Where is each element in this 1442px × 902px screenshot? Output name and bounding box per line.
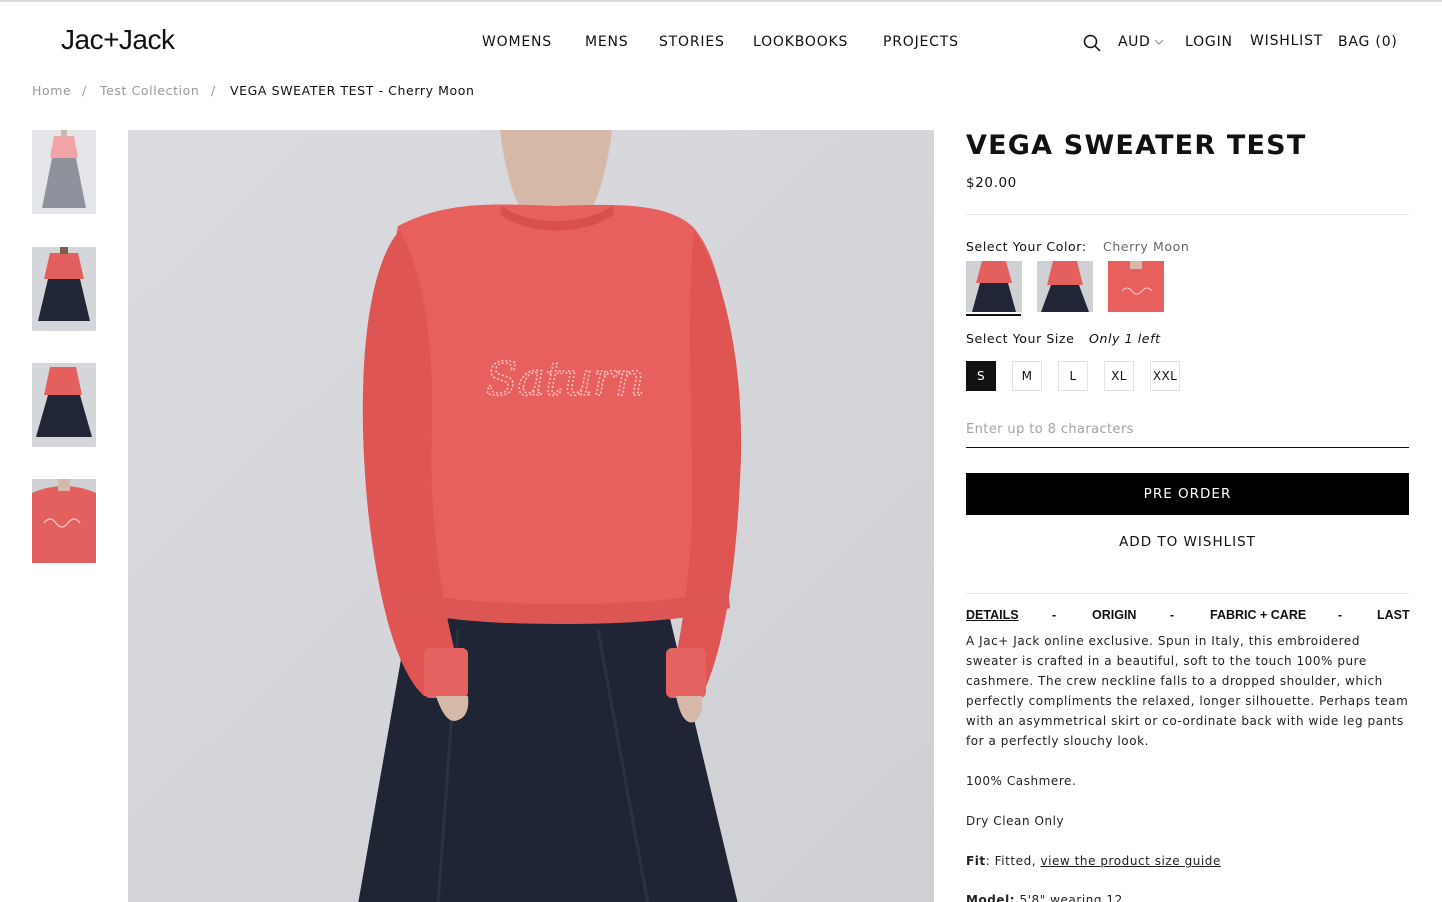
nav-projects[interactable]: PROJECTS bbox=[883, 34, 959, 50]
product-photo: Saturn bbox=[128, 130, 934, 902]
thumbnail-2[interactable] bbox=[32, 247, 96, 331]
size-option-s[interactable]: S bbox=[966, 361, 996, 391]
tab-last[interactable]: LAST bbox=[1377, 608, 1410, 622]
nav-lookbooks[interactable]: LOOKBOOKS bbox=[753, 34, 848, 50]
size-label: Select Your Size bbox=[966, 331, 1075, 346]
product-price: $20.00 bbox=[966, 175, 1017, 191]
color-swatch-2[interactable] bbox=[1037, 261, 1093, 312]
divider bbox=[966, 214, 1409, 215]
color-swatch-3[interactable] bbox=[1108, 261, 1164, 312]
thumbnail-1[interactable] bbox=[32, 130, 96, 214]
color-label: Select Your Color: bbox=[966, 239, 1087, 254]
color-value: Cherry Moon bbox=[1103, 239, 1190, 254]
fit-value: : Fitted, bbox=[985, 854, 1041, 868]
thumbnail-3[interactable] bbox=[32, 363, 96, 447]
tab-separator: - bbox=[1338, 608, 1343, 622]
chevron-down-icon[interactable] bbox=[1154, 38, 1164, 46]
nav-stories[interactable]: STORIES bbox=[659, 34, 725, 50]
care-text: Dry Clean Only bbox=[966, 814, 1065, 828]
nav-mens[interactable]: MENS bbox=[585, 34, 628, 50]
size-option-xl[interactable]: XL bbox=[1104, 361, 1134, 391]
sweater-embroidery: Saturn bbox=[486, 352, 645, 406]
tab-fabric-care[interactable]: FABRIC + CARE bbox=[1210, 608, 1306, 622]
swatch-image bbox=[966, 261, 1022, 312]
divider bbox=[966, 593, 1409, 594]
model-label: Model: bbox=[966, 893, 1016, 902]
model-value: 5'8" wearing 12 bbox=[1015, 893, 1123, 902]
color-swatch-1[interactable] bbox=[966, 261, 1022, 312]
stock-note: Only 1 left bbox=[1089, 331, 1161, 346]
thumbnail-image bbox=[32, 247, 96, 331]
size-option-m[interactable]: M bbox=[1012, 361, 1042, 391]
add-to-wishlist-button[interactable]: ADD TO WISHLIST bbox=[966, 530, 1409, 554]
logo[interactable]: Jac+Jack bbox=[61, 24, 175, 56]
breadcrumb-current: VEGA SWEATER TEST - Cherry Moon bbox=[230, 83, 475, 98]
nav-womens[interactable]: WOMENS bbox=[482, 34, 552, 50]
bag-link[interactable]: BAG (0) bbox=[1338, 34, 1398, 50]
product-page: Jac+Jack WOMENS MENS STORIES LOOKBOOKS P… bbox=[0, 0, 1442, 902]
breadcrumb-collection[interactable]: Test Collection bbox=[100, 83, 199, 98]
fit-line: Fit: Fitted, view the product size guide bbox=[966, 851, 1409, 871]
thumbnail-4[interactable] bbox=[32, 479, 96, 563]
tab-separator: - bbox=[1052, 608, 1057, 622]
thumbnail-image bbox=[32, 130, 96, 214]
selected-swatch-indicator bbox=[966, 314, 1021, 316]
product-main-image[interactable]: Saturn bbox=[128, 130, 934, 902]
currency-selector[interactable]: AUD bbox=[1118, 34, 1150, 50]
breadcrumb-separator: / bbox=[211, 83, 216, 98]
tab-separator: - bbox=[1170, 608, 1175, 622]
swatch-image bbox=[1108, 261, 1164, 312]
fit-label: Fit bbox=[966, 854, 986, 868]
pre-order-button[interactable]: PRE ORDER bbox=[966, 473, 1409, 515]
thumbnail-image bbox=[32, 363, 96, 447]
tab-origin[interactable]: ORIGIN bbox=[1092, 608, 1136, 622]
product-title: VEGA SWEATER TEST bbox=[966, 130, 1307, 161]
thumbnail-image bbox=[32, 479, 96, 563]
product-description: A Jac+ Jack online exclusive. Spun in It… bbox=[966, 634, 1409, 748]
login-link[interactable]: LOGIN bbox=[1185, 34, 1233, 50]
search-icon[interactable] bbox=[1083, 34, 1101, 52]
tab-details[interactable]: DETAILS bbox=[966, 608, 1019, 622]
model-line: Model: 5'8" wearing 12 bbox=[966, 890, 1409, 902]
swatch-image bbox=[1037, 261, 1093, 312]
wishlist-link[interactable]: WISHLIST bbox=[1250, 33, 1323, 49]
product-info-tabs: DETAILS - ORIGIN - FABRIC + CARE - LAST bbox=[966, 608, 1410, 624]
monogram-input[interactable] bbox=[966, 412, 1409, 448]
breadcrumb-home[interactable]: Home bbox=[32, 83, 71, 98]
size-option-l[interactable]: L bbox=[1058, 361, 1088, 391]
size-guide-link[interactable]: view the product size guide bbox=[1040, 854, 1220, 868]
size-option-xxl[interactable]: XXL bbox=[1150, 361, 1180, 391]
composition-text: 100% Cashmere. bbox=[966, 774, 1077, 788]
breadcrumb-separator: / bbox=[82, 83, 87, 98]
